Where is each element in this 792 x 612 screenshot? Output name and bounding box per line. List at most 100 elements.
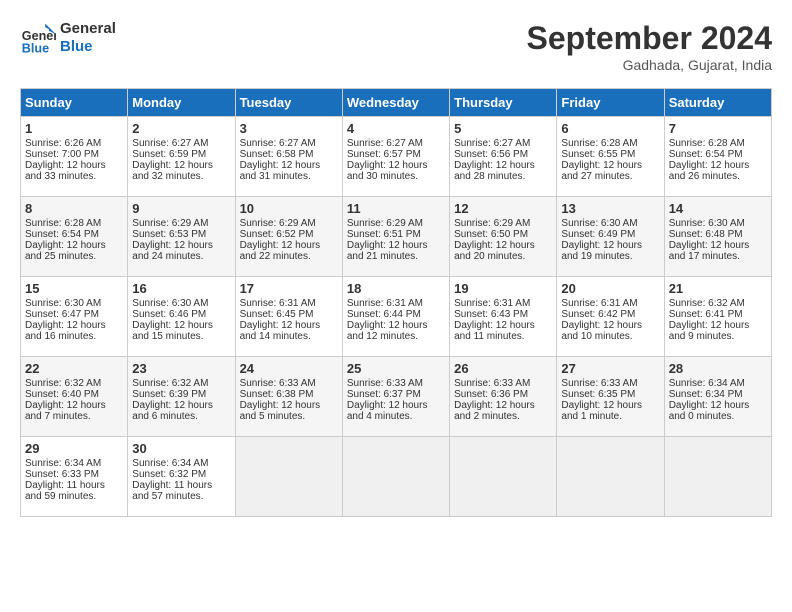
day-info: Daylight: 12 hours (132, 240, 230, 251)
day-info: and 10 minutes. (561, 331, 659, 342)
day-info: and 31 minutes. (240, 171, 338, 182)
header-day-monday: Monday (128, 89, 235, 117)
calendar-cell: 23Sunrise: 6:32 AMSunset: 6:39 PMDayligh… (128, 357, 235, 437)
day-info: and 59 minutes. (25, 491, 123, 502)
day-info: Sunset: 6:38 PM (240, 389, 338, 400)
day-number: 18 (347, 281, 445, 296)
calendar-cell: 14Sunrise: 6:30 AMSunset: 6:48 PMDayligh… (664, 197, 771, 277)
day-info: and 11 minutes. (454, 331, 552, 342)
calendar-cell: 11Sunrise: 6:29 AMSunset: 6:51 PMDayligh… (342, 197, 449, 277)
day-info: and 19 minutes. (561, 251, 659, 262)
day-info: and 15 minutes. (132, 331, 230, 342)
day-info: Sunrise: 6:33 AM (561, 378, 659, 389)
day-info: and 28 minutes. (454, 171, 552, 182)
day-info: Sunset: 6:46 PM (132, 309, 230, 320)
day-info: Sunrise: 6:29 AM (240, 218, 338, 229)
header-day-wednesday: Wednesday (342, 89, 449, 117)
day-info: Daylight: 12 hours (132, 400, 230, 411)
day-number: 15 (25, 281, 123, 296)
day-info: Sunrise: 6:27 AM (347, 138, 445, 149)
day-info: Sunset: 6:48 PM (669, 229, 767, 240)
day-info: Daylight: 12 hours (347, 400, 445, 411)
day-info: Daylight: 12 hours (561, 160, 659, 171)
day-info: Sunrise: 6:31 AM (240, 298, 338, 309)
day-info: Daylight: 11 hours (132, 480, 230, 491)
calendar-cell: 7Sunrise: 6:28 AMSunset: 6:54 PMDaylight… (664, 117, 771, 197)
day-info: Sunset: 6:45 PM (240, 309, 338, 320)
day-info: Sunset: 6:56 PM (454, 149, 552, 160)
day-number: 17 (240, 281, 338, 296)
calendar-cell (235, 437, 342, 517)
header-day-sunday: Sunday (21, 89, 128, 117)
day-info: and 9 minutes. (669, 331, 767, 342)
day-info: and 0 minutes. (669, 411, 767, 422)
day-info: Sunset: 6:41 PM (669, 309, 767, 320)
day-number: 24 (240, 361, 338, 376)
day-info: Daylight: 12 hours (454, 400, 552, 411)
calendar-cell: 16Sunrise: 6:30 AMSunset: 6:46 PMDayligh… (128, 277, 235, 357)
day-number: 26 (454, 361, 552, 376)
header-day-tuesday: Tuesday (235, 89, 342, 117)
calendar-cell (450, 437, 557, 517)
day-info: Sunset: 6:40 PM (25, 389, 123, 400)
day-number: 9 (132, 201, 230, 216)
day-info: Daylight: 12 hours (669, 400, 767, 411)
day-info: Daylight: 12 hours (25, 240, 123, 251)
day-info: Sunset: 6:39 PM (132, 389, 230, 400)
day-info: Daylight: 12 hours (347, 320, 445, 331)
day-info: Sunset: 6:54 PM (25, 229, 123, 240)
day-info: and 6 minutes. (132, 411, 230, 422)
day-info: and 5 minutes. (240, 411, 338, 422)
day-info: Daylight: 12 hours (669, 160, 767, 171)
day-info: Sunrise: 6:32 AM (132, 378, 230, 389)
day-info: Sunrise: 6:30 AM (132, 298, 230, 309)
calendar-week-4: 22Sunrise: 6:32 AMSunset: 6:40 PMDayligh… (21, 357, 772, 437)
day-number: 28 (669, 361, 767, 376)
day-number: 19 (454, 281, 552, 296)
day-info: and 20 minutes. (454, 251, 552, 262)
day-info: Sunrise: 6:33 AM (240, 378, 338, 389)
day-number: 11 (347, 201, 445, 216)
day-info: Sunrise: 6:30 AM (669, 218, 767, 229)
day-info: Sunrise: 6:27 AM (240, 138, 338, 149)
day-number: 30 (132, 441, 230, 456)
day-info: Sunrise: 6:32 AM (25, 378, 123, 389)
day-number: 21 (669, 281, 767, 296)
day-info: Sunset: 6:43 PM (454, 309, 552, 320)
calendar-cell: 19Sunrise: 6:31 AMSunset: 6:43 PMDayligh… (450, 277, 557, 357)
month-title: September 2024 (527, 20, 772, 57)
calendar-cell: 21Sunrise: 6:32 AMSunset: 6:41 PMDayligh… (664, 277, 771, 357)
day-info: Sunrise: 6:29 AM (454, 218, 552, 229)
day-info: Sunrise: 6:28 AM (561, 138, 659, 149)
day-info: and 30 minutes. (347, 171, 445, 182)
day-number: 22 (25, 361, 123, 376)
day-info: Sunrise: 6:28 AM (669, 138, 767, 149)
day-info: Daylight: 12 hours (132, 320, 230, 331)
day-info: Sunrise: 6:27 AM (132, 138, 230, 149)
day-info: Daylight: 11 hours (25, 480, 123, 491)
day-info: Sunrise: 6:30 AM (25, 298, 123, 309)
calendar-cell: 18Sunrise: 6:31 AMSunset: 6:44 PMDayligh… (342, 277, 449, 357)
day-info: Sunrise: 6:29 AM (347, 218, 445, 229)
day-info: and 25 minutes. (25, 251, 123, 262)
day-info: and 27 minutes. (561, 171, 659, 182)
header-day-friday: Friday (557, 89, 664, 117)
day-info: Daylight: 12 hours (454, 160, 552, 171)
day-info: and 17 minutes. (669, 251, 767, 262)
calendar-cell: 5Sunrise: 6:27 AMSunset: 6:56 PMDaylight… (450, 117, 557, 197)
day-info: and 1 minute. (561, 411, 659, 422)
day-info: Daylight: 12 hours (669, 240, 767, 251)
day-info: and 32 minutes. (132, 171, 230, 182)
location-subtitle: Gadhada, Gujarat, India (527, 57, 772, 73)
day-info: Sunset: 6:52 PM (240, 229, 338, 240)
day-number: 13 (561, 201, 659, 216)
day-info: Daylight: 12 hours (454, 320, 552, 331)
day-number: 3 (240, 121, 338, 136)
calendar-cell: 27Sunrise: 6:33 AMSunset: 6:35 PMDayligh… (557, 357, 664, 437)
day-info: Daylight: 12 hours (561, 240, 659, 251)
calendar-body: 1Sunrise: 6:26 AMSunset: 7:00 PMDaylight… (21, 117, 772, 517)
day-info: Sunset: 6:49 PM (561, 229, 659, 240)
day-info: Sunrise: 6:34 AM (25, 458, 123, 469)
day-info: Sunrise: 6:34 AM (132, 458, 230, 469)
day-info: Daylight: 12 hours (669, 320, 767, 331)
